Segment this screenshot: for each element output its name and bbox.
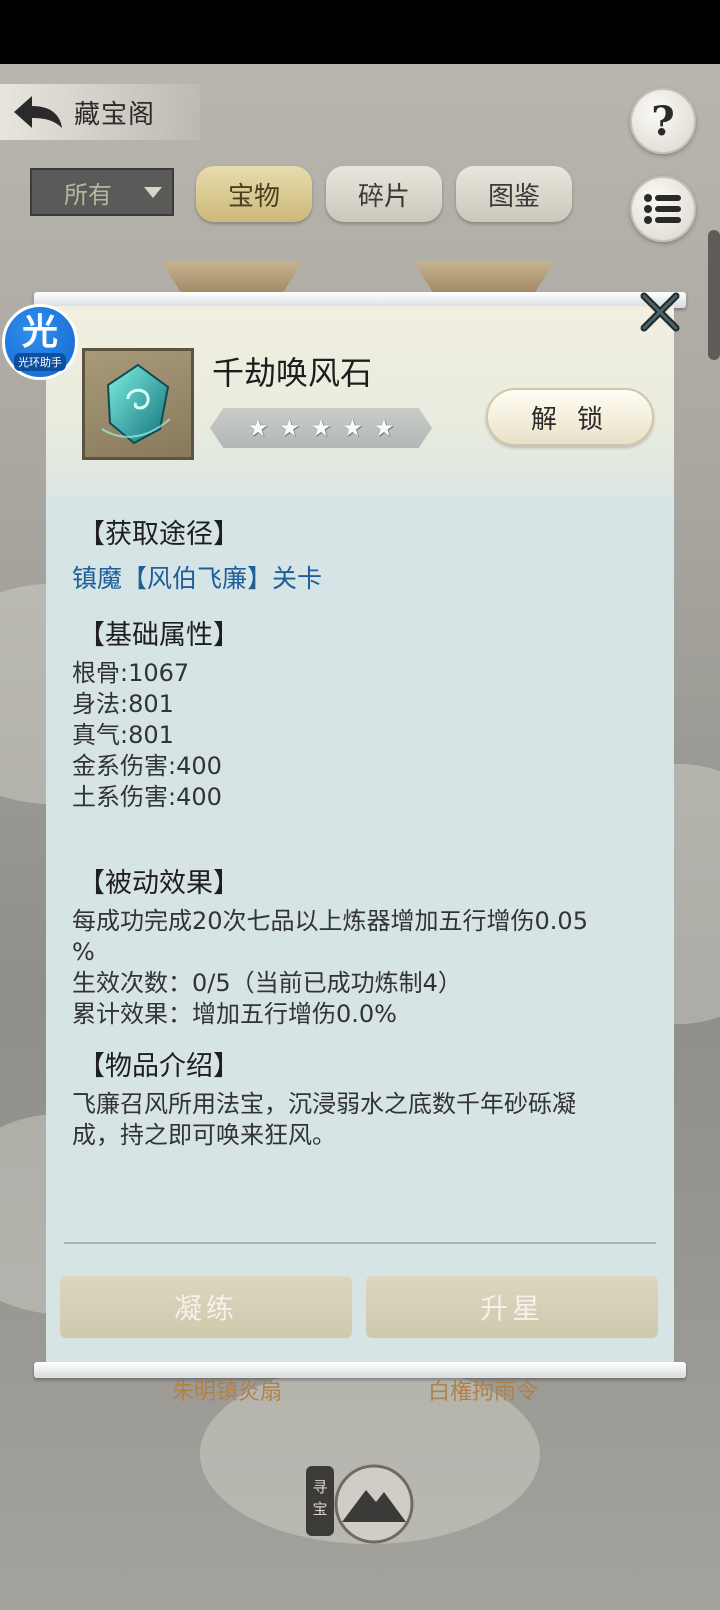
star-icon: ★ <box>278 414 301 442</box>
star-icon: ★ <box>341 414 364 442</box>
wind-stone-icon <box>101 363 171 445</box>
card-crest-ornament <box>414 262 554 296</box>
assistant-label: 光环助手 <box>14 352 66 371</box>
unlock-button[interactable]: 解 锁 <box>486 388 654 446</box>
scroll-rod-bottom <box>34 1362 686 1378</box>
divider <box>64 1242 656 1244</box>
passive-line: 生效次数：0/5（当前已成功炼制4） <box>72 969 462 997</box>
menu-button[interactable] <box>630 176 696 242</box>
source-title: 【获取途径】 <box>78 519 240 550</box>
item-detail-modal: 千劫唤风石 ★ ★ ★ ★ ★ 解 锁 【获取途径】 镇魔【风伯飞廉】关卡 【基… <box>46 306 674 1364</box>
mountain-emblem-icon: 寻 宝 <box>306 1464 414 1544</box>
list-icon <box>644 194 681 224</box>
category-select-value: 所有 <box>64 180 112 209</box>
seek-treasure-button[interactable]: 寻 宝 <box>304 1462 416 1554</box>
tab-fragments[interactable]: 碎片 <box>326 166 442 222</box>
base-attrs-title: 【基础属性】 <box>78 620 240 651</box>
attr-line: 真气:801 <box>72 721 174 749</box>
item-name: 千劫唤风石 <box>212 354 373 392</box>
star-rating: ★ ★ ★ ★ ★ <box>210 408 432 448</box>
intro-line: 成，持之即可唤来狂风。 <box>72 1121 336 1149</box>
item-details: 【获取途径】 镇魔【风伯飞廉】关卡 【基础属性】 根骨:1067 身法:801 … <box>72 502 652 1151</box>
scrollbar[interactable] <box>708 230 720 360</box>
attr-line: 金系伤害:400 <box>72 752 222 780</box>
item-header: 千劫唤风石 ★ ★ ★ ★ ★ 解 锁 <box>46 306 674 496</box>
star-icon: ★ <box>310 414 332 442</box>
page-title: 藏宝阁 <box>74 99 156 130</box>
help-button[interactable]: ? <box>630 88 696 154</box>
svg-text:寻: 寻 <box>312 1478 327 1496</box>
tab-collection[interactable]: 图鉴 <box>456 166 572 222</box>
assistant-badge[interactable]: 光 光环助手 <box>2 304 78 380</box>
status-bar <box>0 0 720 64</box>
back-arrow-icon <box>14 96 62 128</box>
card-crest-ornament <box>162 262 302 296</box>
treasure-card-label[interactable]: 白権拘雨令 <box>428 1374 538 1406</box>
star-icon: ★ <box>247 414 269 442</box>
question-icon: ? <box>651 97 675 145</box>
attr-line: 土系伤害:400 <box>72 783 222 811</box>
star-icon: ★ <box>373 414 395 442</box>
passive-title: 【被动效果】 <box>78 868 240 899</box>
filter-row: 所有 宝物 碎片 图鉴 <box>30 166 590 222</box>
passive-line: 累计效果：增加五行增伤0.0% <box>72 1000 397 1028</box>
close-icon[interactable] <box>638 290 682 334</box>
intro-line: 飞廉召风所用法宝，沉浸弱水之底数千年砂砾凝 <box>72 1090 576 1118</box>
passive-line: % <box>72 938 95 966</box>
svg-text:宝: 宝 <box>312 1500 327 1518</box>
star-up-button[interactable]: 升星 <box>366 1276 658 1338</box>
top-bar: 藏宝阁 <box>0 84 720 144</box>
attr-line: 根骨:1067 <box>72 659 190 687</box>
back-button[interactable]: 藏宝阁 <box>0 84 200 140</box>
passive-line: 每成功完成20次七品以上炼器增加五行增伤0.05 <box>72 907 588 935</box>
assistant-glyph: 光 <box>21 311 58 353</box>
attr-line: 身法:801 <box>72 690 174 718</box>
category-select[interactable]: 所有 <box>30 168 174 216</box>
intro-title: 【物品介绍】 <box>78 1051 240 1082</box>
item-icon-frame <box>82 348 194 460</box>
tab-treasure[interactable]: 宝物 <box>196 166 312 222</box>
chevron-down-icon <box>144 187 162 198</box>
source-link[interactable]: 镇魔【风伯飞廉】关卡 <box>72 559 652 595</box>
refine-button[interactable]: 凝练 <box>60 1276 352 1338</box>
treasure-card-label[interactable]: 朱明镇炎扇 <box>172 1374 282 1406</box>
